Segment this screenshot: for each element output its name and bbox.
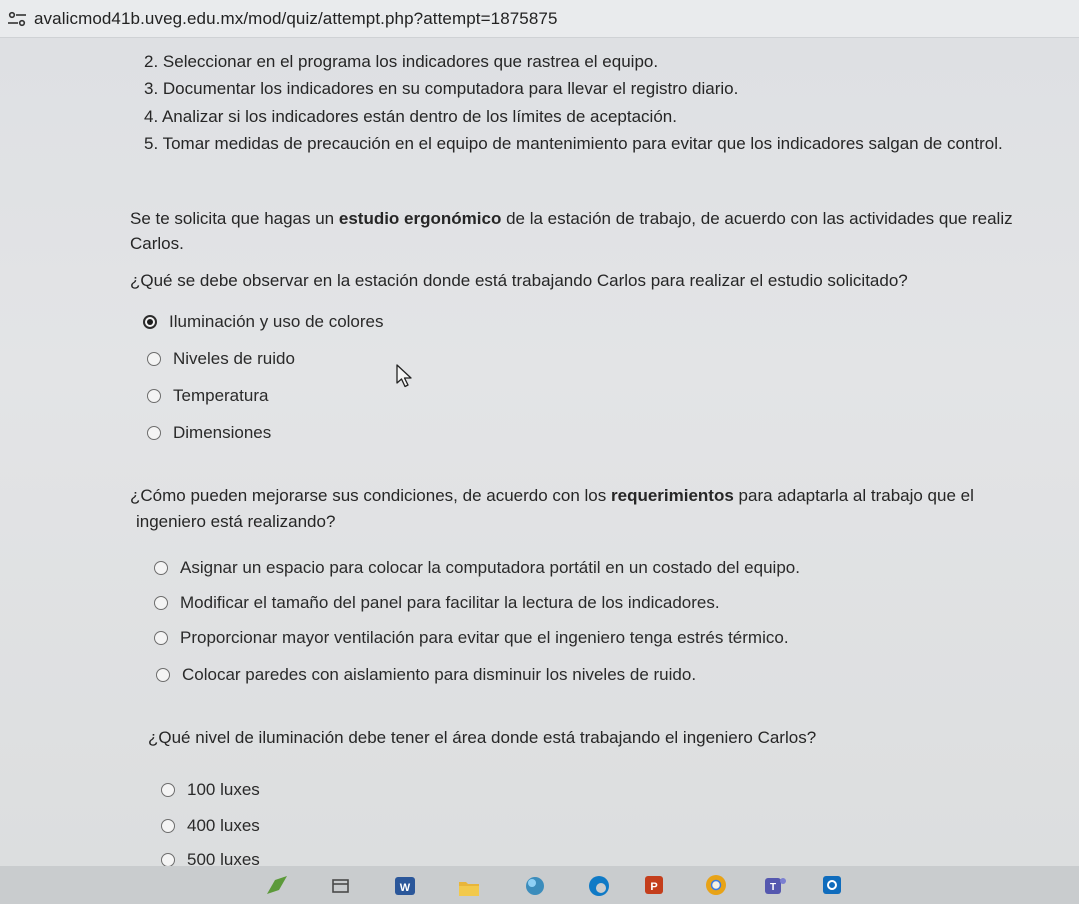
folder-icon[interactable] (456, 872, 482, 898)
green-app-icon[interactable] (264, 872, 290, 898)
question-1-text: ¿Qué se debe observar en la estación don… (130, 271, 908, 290)
step-3: 3. Documentar los indicadores en su comp… (144, 79, 739, 98)
scenario-text-line2: Carlos. (130, 234, 184, 253)
q2-option-2[interactable]: Modificar el tamaño del panel para facil… (154, 593, 720, 613)
question-2-bold-term: requerimientos (611, 486, 734, 505)
radio-button[interactable] (147, 389, 161, 403)
question-2-text: ¿Cómo pueden mejorarse sus condiciones, … (130, 486, 974, 505)
radio-button[interactable] (147, 426, 161, 440)
radio-button[interactable] (156, 668, 170, 682)
chrome-icon[interactable] (703, 872, 729, 898)
radio-button[interactable] (161, 819, 175, 833)
word-icon[interactable]: W (392, 872, 418, 898)
q3-option-2[interactable]: 400 luxes (161, 816, 260, 836)
q1-option-4[interactable]: Dimensiones (147, 423, 271, 443)
radio-button[interactable] (154, 596, 168, 610)
quiz-content: 2. Seleccionar en el programa los indica… (0, 38, 1079, 869)
url-text[interactable]: avalicmod41b.uveg.edu.mx/mod/quiz/attemp… (34, 9, 558, 29)
radio-button[interactable] (161, 783, 175, 797)
radio-button-selected[interactable] (143, 315, 157, 329)
radio-button[interactable] (147, 352, 161, 366)
mouse-pointer-icon (396, 364, 412, 388)
question-3-text: ¿Qué nivel de iluminación debe tener el … (148, 728, 817, 747)
q2-option-3[interactable]: Proporcionar mayor ventilación para evit… (154, 628, 789, 648)
step-4: 4. Analizar si los indicadores están den… (144, 107, 677, 126)
radio-button[interactable] (154, 631, 168, 645)
svg-text:W: W (400, 882, 411, 894)
photos-icon[interactable] (522, 872, 548, 898)
step-2: 2. Seleccionar en el programa los indica… (144, 52, 659, 71)
tune-icon[interactable] (6, 10, 28, 28)
svg-text:P: P (650, 881, 657, 893)
scenario-text: Se te solicita que hagas un estudio ergo… (130, 209, 1013, 228)
teams-icon[interactable]: T (762, 872, 788, 898)
question-2-text-line2: ingeniero está realizando? (136, 512, 336, 531)
q3-option-1[interactable]: 100 luxes (161, 780, 260, 800)
calendar-icon[interactable] (328, 872, 354, 898)
q1-option-3[interactable]: Temperatura (147, 386, 268, 406)
radio-button[interactable] (154, 561, 168, 575)
edge-icon[interactable] (586, 872, 612, 898)
q1-option-2[interactable]: Niveles de ruido (147, 349, 295, 369)
q2-option-4[interactable]: Colocar paredes con aislamiento para dis… (156, 665, 696, 685)
step-5: 5. Tomar medidas de precaución en el equ… (144, 134, 1003, 153)
powerpoint-icon[interactable]: P (641, 872, 667, 898)
radio-button[interactable] (161, 853, 175, 867)
outlook-icon[interactable] (820, 872, 846, 898)
q1-option-1[interactable]: Iluminación y uso de colores (143, 312, 384, 332)
svg-text:T: T (770, 882, 776, 893)
q2-option-1[interactable]: Asignar un espacio para colocar la compu… (154, 558, 800, 578)
scenario-bold-term: estudio ergonómico (338, 209, 502, 228)
address-bar[interactable]: avalicmod41b.uveg.edu.mx/mod/quiz/attemp… (0, 0, 1079, 38)
taskbar: W P T (0, 866, 1079, 904)
